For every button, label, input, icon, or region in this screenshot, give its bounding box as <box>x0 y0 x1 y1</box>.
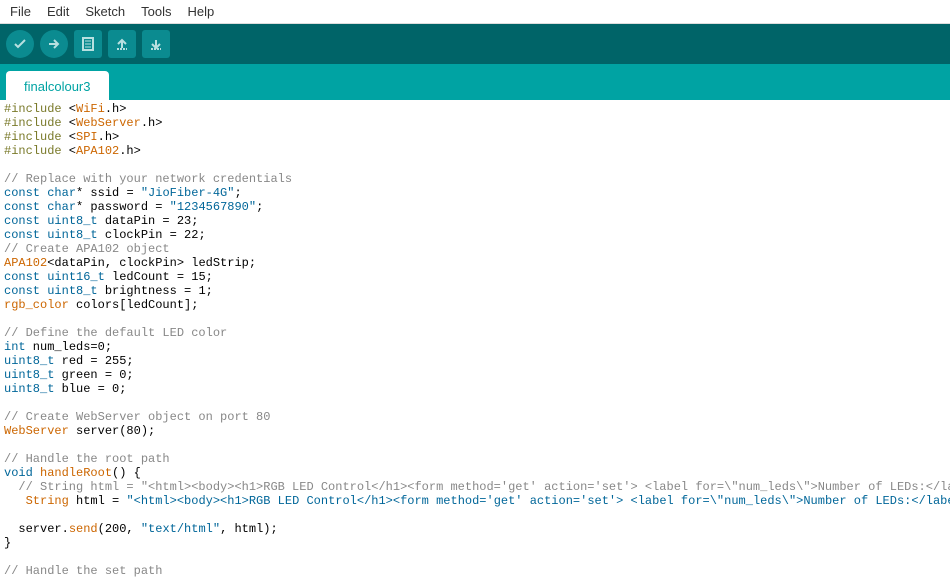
code-comment: // Create APA102 object <box>4 242 170 256</box>
code-token: < <box>62 102 76 116</box>
code-token: server(80); <box>69 424 155 438</box>
code-token: < <box>62 144 76 158</box>
code-editor[interactable]: #include <WiFi.h> #include <WebServer.h>… <box>0 100 950 580</box>
code-token: server. <box>4 522 69 536</box>
menu-file[interactable]: File <box>4 2 37 21</box>
code-token: String <box>26 494 69 508</box>
code-token: const <box>4 270 40 284</box>
code-token: APA102 <box>76 144 119 158</box>
code-token: const <box>4 284 40 298</box>
arrow-right-icon <box>46 36 62 52</box>
code-token: * password = <box>76 200 170 214</box>
file-icon <box>80 36 96 52</box>
code-token: html = <box>69 494 127 508</box>
code-token: < <box>62 130 76 144</box>
code-comment: // Handle the root path <box>4 452 170 466</box>
code-token: dataPin = 23; <box>98 214 199 228</box>
code-token: #include <box>4 102 62 116</box>
code-token: #include <box>4 144 62 158</box>
tab-bar: finalcolour3 <box>0 64 950 100</box>
code-token: <dataPin, clockPin> ledStrip; <box>47 256 256 270</box>
menu-edit[interactable]: Edit <box>41 2 75 21</box>
code-token: uint8_t <box>4 368 54 382</box>
code-token: .h> <box>119 144 141 158</box>
code-token: WebServer <box>4 424 69 438</box>
code-token: SPI <box>76 130 98 144</box>
code-token: (200, <box>98 522 141 536</box>
code-token: char <box>40 186 76 200</box>
code-token: ; <box>234 186 241 200</box>
code-token: int <box>4 340 26 354</box>
code-token: "text/html" <box>141 522 220 536</box>
code-token: handleRoot <box>40 466 112 480</box>
code-token: red = 255; <box>54 354 133 368</box>
code-token: send <box>69 522 98 536</box>
code-token: "JioFiber-4G" <box>141 186 235 200</box>
save-button[interactable] <box>142 30 170 58</box>
menu-bar: File Edit Sketch Tools Help <box>0 0 950 24</box>
verify-button[interactable] <box>6 30 34 58</box>
arrow-down-icon <box>148 36 164 52</box>
code-token: #include <box>4 116 62 130</box>
code-token: char <box>40 200 76 214</box>
tab-sketch[interactable]: finalcolour3 <box>6 71 109 100</box>
code-token: green = 0; <box>54 368 133 382</box>
code-token: rgb_color <box>4 298 69 312</box>
code-token: () { <box>112 466 141 480</box>
code-token: ledCount = 15; <box>105 270 213 284</box>
new-button[interactable] <box>74 30 102 58</box>
code-token: uint8_t <box>4 382 54 396</box>
code-token: colors[ledCount]; <box>69 298 199 312</box>
code-token: } <box>4 536 11 550</box>
code-token: WebServer <box>76 116 141 130</box>
code-comment: // Replace with your network credentials <box>4 172 292 186</box>
code-token: const <box>4 200 40 214</box>
code-comment: // Define the default LED color <box>4 326 227 340</box>
code-token: < <box>62 116 76 130</box>
code-token: num_leds=0; <box>26 340 112 354</box>
code-token: * ssid = <box>76 186 141 200</box>
code-token <box>4 494 26 508</box>
code-token: WiFi <box>76 102 105 116</box>
code-token: , html); <box>220 522 278 536</box>
menu-tools[interactable]: Tools <box>135 2 177 21</box>
code-token: uint16_t <box>40 270 105 284</box>
code-token: "1234567890" <box>170 200 256 214</box>
code-token: APA102 <box>4 256 47 270</box>
menu-sketch[interactable]: Sketch <box>79 2 131 21</box>
upload-button[interactable] <box>40 30 68 58</box>
code-token: ; <box>256 200 263 214</box>
code-token: brightness = 1; <box>98 284 213 298</box>
check-icon <box>12 36 28 52</box>
code-token <box>33 466 40 480</box>
menu-help[interactable]: Help <box>181 2 220 21</box>
code-token: uint8_t <box>4 354 54 368</box>
code-token: .h> <box>105 102 127 116</box>
code-comment: // String html = "<html><body><h1>RGB LE… <box>4 480 950 494</box>
code-token: #include <box>4 130 62 144</box>
code-token: clockPin = 22; <box>98 228 206 242</box>
open-button[interactable] <box>108 30 136 58</box>
code-token: uint8_t <box>40 284 98 298</box>
arrow-up-icon <box>114 36 130 52</box>
code-token: .h> <box>141 116 163 130</box>
code-token: const <box>4 228 40 242</box>
code-comment: // Create WebServer object on port 80 <box>4 410 270 424</box>
code-token: void <box>4 466 33 480</box>
code-token: blue = 0; <box>54 382 126 396</box>
code-token: const <box>4 186 40 200</box>
toolbar <box>0 24 950 64</box>
code-token: "<html><body><h1>RGB LED Control</h1><fo… <box>126 494 950 508</box>
code-token: .h> <box>98 130 120 144</box>
code-token: uint8_t <box>40 214 98 228</box>
code-token: const <box>4 214 40 228</box>
code-token: uint8_t <box>40 228 98 242</box>
